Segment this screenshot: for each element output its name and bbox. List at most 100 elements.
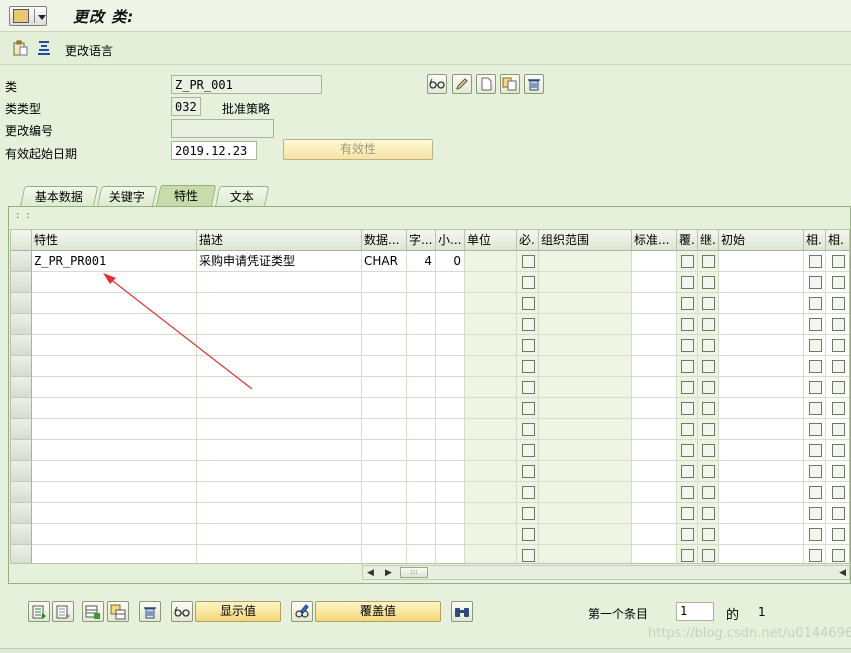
toolbar-handle[interactable]: : : (16, 210, 32, 221)
column-header[interactable]: 必. (517, 230, 539, 251)
table-cell[interactable] (804, 524, 826, 545)
table-cell[interactable] (197, 314, 362, 335)
table-cell[interactable] (698, 356, 719, 377)
checkbox[interactable] (832, 402, 845, 415)
checkbox[interactable] (832, 255, 845, 268)
table-cell[interactable] (632, 251, 677, 272)
table-cell[interactable] (804, 545, 826, 563)
select-all-button[interactable] (28, 601, 50, 622)
table-cell[interactable] (826, 419, 849, 440)
checkbox[interactable] (702, 465, 715, 478)
table-cell[interactable] (804, 356, 826, 377)
checkbox[interactable] (681, 381, 694, 394)
insert-row-button[interactable] (82, 601, 104, 622)
valid-from-field[interactable]: 2019.12.23 (171, 141, 257, 160)
table-cell[interactable] (719, 293, 804, 314)
checkbox[interactable] (681, 318, 694, 331)
checkbox[interactable] (832, 465, 845, 478)
checkbox[interactable] (702, 318, 715, 331)
checkbox[interactable] (681, 549, 694, 562)
checkbox[interactable] (809, 507, 822, 520)
table-cell[interactable] (677, 272, 698, 293)
table-cell[interactable] (197, 545, 362, 563)
table-cell[interactable] (197, 293, 362, 314)
change-language-button[interactable]: 更改语言 (65, 42, 113, 59)
table-cell[interactable] (407, 272, 436, 293)
table-cell[interactable] (465, 377, 517, 398)
table-cell[interactable] (436, 272, 465, 293)
table-cell[interactable] (719, 356, 804, 377)
checkbox[interactable] (832, 381, 845, 394)
create-button[interactable] (476, 74, 496, 94)
table-cell[interactable] (826, 356, 849, 377)
table-cell[interactable] (539, 398, 632, 419)
checkbox[interactable] (702, 297, 715, 310)
table-cell[interactable] (719, 482, 804, 503)
checkbox[interactable] (522, 318, 535, 331)
overwrite-values-button[interactable]: 覆盖值 (315, 601, 441, 622)
checkbox[interactable] (809, 549, 822, 562)
checkbox[interactable] (809, 297, 822, 310)
row-selector[interactable] (11, 293, 32, 314)
table-cell[interactable] (539, 314, 632, 335)
checkbox[interactable] (832, 528, 845, 541)
table-cell[interactable] (362, 461, 407, 482)
delete-row-button[interactable] (139, 601, 161, 622)
table-cell[interactable] (436, 461, 465, 482)
checkbox[interactable] (832, 507, 845, 520)
table-cell[interactable] (517, 398, 539, 419)
checkbox[interactable] (681, 276, 694, 289)
table-cell[interactable] (719, 524, 804, 545)
table-cell[interactable] (407, 293, 436, 314)
language-list-icon[interactable] (36, 40, 52, 56)
row-selector[interactable] (11, 545, 32, 563)
checkbox[interactable] (681, 486, 694, 499)
table-cell[interactable] (362, 419, 407, 440)
table-cell[interactable] (362, 293, 407, 314)
table-cell[interactable] (362, 524, 407, 545)
table-cell[interactable] (632, 293, 677, 314)
table-cell[interactable] (677, 545, 698, 563)
table-cell[interactable] (517, 524, 539, 545)
table-cell[interactable] (32, 482, 197, 503)
table-cell[interactable] (407, 524, 436, 545)
table-cell[interactable] (436, 314, 465, 335)
checkbox[interactable] (522, 339, 535, 352)
delete-button[interactable] (524, 74, 544, 94)
table-cell[interactable] (197, 419, 362, 440)
table-cell[interactable] (826, 503, 849, 524)
table-cell[interactable] (632, 377, 677, 398)
table-cell[interactable] (719, 545, 804, 563)
checkbox[interactable] (809, 528, 822, 541)
table-cell[interactable] (197, 356, 362, 377)
table-cell[interactable] (32, 293, 197, 314)
table-cell[interactable] (804, 293, 826, 314)
table-cell[interactable] (826, 545, 849, 563)
table-cell[interactable] (465, 293, 517, 314)
checkbox[interactable] (832, 339, 845, 352)
table-cell[interactable] (539, 503, 632, 524)
checkbox[interactable] (522, 444, 535, 457)
table-cell[interactable] (32, 503, 197, 524)
row-selector[interactable] (11, 461, 32, 482)
table-cell[interactable] (826, 440, 849, 461)
checkbox[interactable] (832, 318, 845, 331)
table-cell[interactable] (677, 503, 698, 524)
column-header[interactable]: 组织范围 (539, 230, 632, 251)
table-cell[interactable] (677, 482, 698, 503)
table-cell[interactable] (465, 251, 517, 272)
checkbox[interactable] (681, 507, 694, 520)
table-cell[interactable] (197, 272, 362, 293)
table-cell[interactable] (362, 398, 407, 419)
table-cell[interactable] (517, 335, 539, 356)
edit-button[interactable] (452, 74, 472, 94)
table-cell[interactable] (436, 377, 465, 398)
scroll-thumb[interactable]: ::: (400, 567, 428, 578)
column-header[interactable]: 相. (804, 230, 826, 251)
table-cell[interactable] (826, 314, 849, 335)
table-cell[interactable] (539, 335, 632, 356)
table-cell[interactable] (362, 503, 407, 524)
table-cell[interactable] (632, 440, 677, 461)
checkbox[interactable] (681, 297, 694, 310)
checkbox[interactable] (832, 276, 845, 289)
